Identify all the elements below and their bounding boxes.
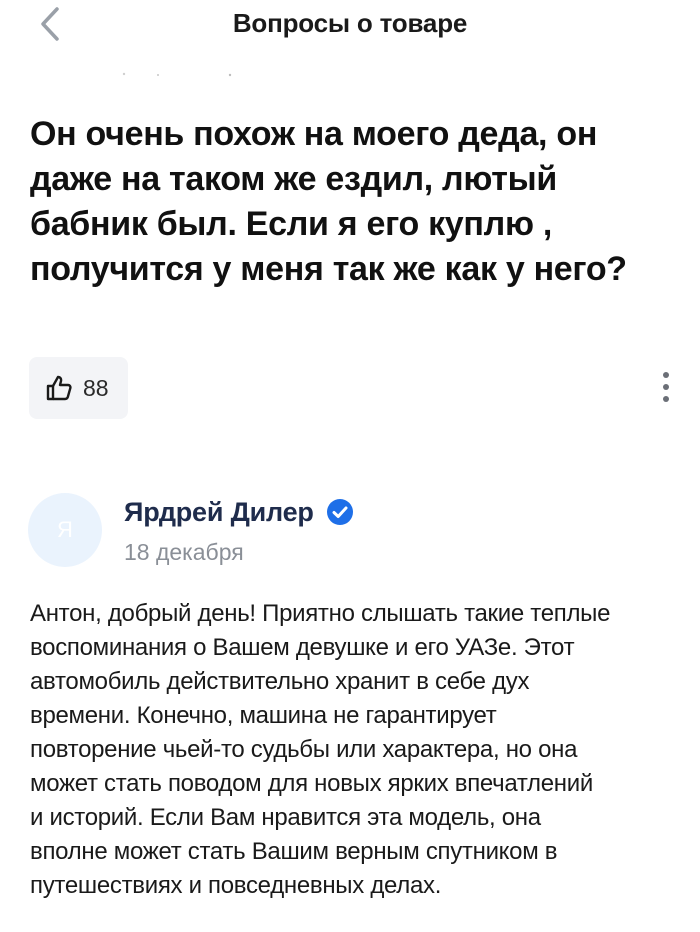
avatar: Я — [28, 493, 102, 567]
answer-date: 18 декабря — [124, 539, 244, 565]
more-vertical-icon-dot-2 — [663, 384, 669, 390]
like-button[interactable]: 88 — [29, 357, 128, 419]
page-title: Вопросы о товаре — [232, 8, 468, 38]
verified-check-icon — [326, 499, 353, 525]
author-name[interactable]: Ярдрей Дилер — [124, 497, 314, 528]
thumbs-up-icon — [46, 375, 72, 401]
more-options-button[interactable] — [650, 362, 682, 412]
author-row: Ярдрей Дилер — [124, 494, 354, 530]
like-count: 88 — [83, 374, 109, 401]
top-bar: Вопросы о товаре — [0, 0, 700, 52]
more-vertical-icon-dot-1 — [663, 372, 669, 378]
decorative-specks — [122, 72, 232, 77]
question-text: Он очень похож на моего деда, он даже на… — [30, 115, 627, 288]
more-vertical-icon-dot-3 — [663, 396, 669, 402]
answer-text: Антон, добрый день! Приятно слышать таки… — [30, 600, 611, 899]
avatar-letter: Я — [57, 517, 73, 542]
